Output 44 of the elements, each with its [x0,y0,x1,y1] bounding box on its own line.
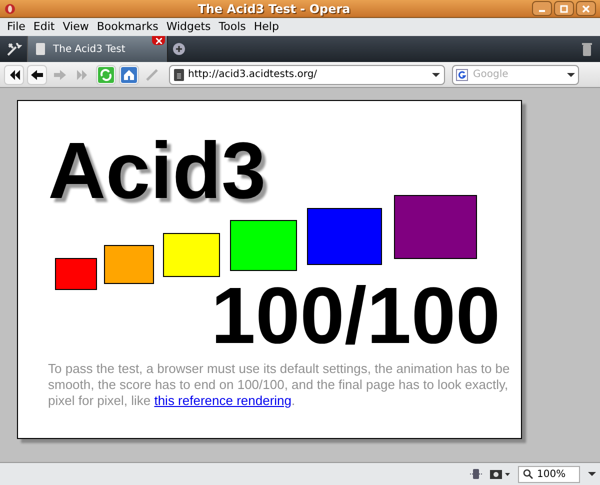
heading: Acid3 [48,131,266,211]
dropdown-arrow-icon[interactable] [567,72,575,78]
maximize-button[interactable] [554,1,574,16]
window-title: The Acid3 Test - Opera [198,0,350,18]
menu-item[interactable]: File [4,18,28,36]
menu-item[interactable]: View [60,18,92,36]
address-field[interactable]: http://acid3.acidtests.org/ [169,64,445,84]
menu-item[interactable]: Tools [216,18,249,36]
rewind-button[interactable] [4,64,24,84]
page-icon [174,68,184,80]
home-icon [121,66,137,82]
reload-button[interactable] [96,64,116,84]
menu-item[interactable]: Bookmarks [94,18,162,36]
close-icon [582,4,590,12]
maximize-icon [560,4,568,12]
google-logo-icon [456,68,468,80]
search-icon [523,469,533,479]
menu-item[interactable]: Widgets [163,18,214,36]
reference-link[interactable]: this reference rendering [154,393,292,408]
score-text: 100/100 [211,276,500,356]
back-button[interactable] [27,64,47,84]
wand-icon [144,66,160,82]
home-button[interactable] [119,64,139,84]
trash-icon [581,42,593,56]
page-icon [36,43,45,55]
plugin-icon[interactable] [470,468,482,480]
dropdown-arrow-icon[interactable] [432,72,440,78]
close-tab-button[interactable] [152,36,165,45]
wrench-icon [6,41,22,57]
menu-item[interactable]: Help [250,18,282,36]
instructions-paragraph: To pass the test, a browser must use its default settings, the animation has to be smooth, the score has to end on 100/100, and the final page has to look exactly, pixel for pixel, like this reference rendering. [48,361,510,409]
search-field[interactable]: Google [452,64,579,84]
menu-item[interactable]: Edit [30,18,58,36]
dropdown-arrow-icon[interactable] [588,471,596,477]
zoom-field[interactable]: 100% [518,466,580,482]
opera-logo-icon [4,2,16,14]
close-icon [156,38,162,44]
minimize-button[interactable] [532,1,552,16]
reload-icon [98,66,114,82]
close-button[interactable] [576,1,596,16]
tab[interactable]: The Acid3 Test [28,36,168,62]
minimize-icon [539,10,545,12]
plus-icon [173,43,185,55]
camera-icon[interactable] [490,469,510,479]
